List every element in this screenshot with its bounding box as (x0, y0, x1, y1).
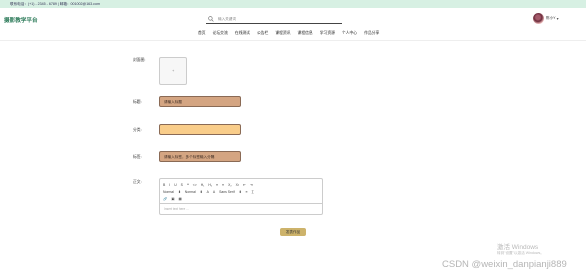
site-header: 摄影教学平台 陈小Y ▾ 首页 论坛交流 在线测试 公告栏 课程资讯 课程信息 … (0, 8, 586, 41)
tags-input[interactable] (159, 151, 241, 162)
quote-icon[interactable]: ❝ (187, 183, 189, 187)
toolbar-row-2: Normal ⬍ Normal ⬍ A A Sans Serif ⬍ ≡ T̲ (163, 188, 319, 195)
cover-label: 封面图: (133, 58, 146, 62)
tags-label: 标签: (133, 155, 142, 159)
editor-toolbar: B I U S ❝ <> H₁ H₂ ≡ ≡ X₂ X² ⇤ ⇥ Normal … (160, 179, 322, 204)
nav-item-online-test[interactable]: 在线测试 (235, 31, 250, 36)
cover-upload[interactable]: + (159, 57, 187, 85)
activation-title: 激活 Windows (497, 244, 539, 251)
size-select[interactable]: Normal (163, 190, 174, 194)
chevron-down-icon[interactable]: ▾ (557, 16, 559, 21)
csdn-watermark: CSDN @weixin_danpianji889 (442, 259, 567, 270)
text-color-icon[interactable]: A (207, 190, 209, 194)
nav-item-forum[interactable]: 论坛交流 (213, 31, 228, 36)
editor-content[interactable]: Insert text here ... (160, 204, 322, 214)
nav-item-course-news[interactable]: 课程资讯 (275, 31, 290, 36)
nav-item-notices[interactable]: 公告栏 (257, 31, 268, 36)
font-select[interactable]: Sans Serif (219, 190, 235, 194)
nav-item-works[interactable]: 作品分享 (364, 31, 379, 36)
username[interactable]: 陈小Y (546, 16, 556, 21)
heading1-button[interactable]: H₁ (201, 183, 205, 187)
search-icon[interactable] (208, 16, 214, 22)
underline-button[interactable]: U (174, 183, 176, 187)
top-contact-bar: 联系电话：(+1) - 2345 - 6789 | 邮箱：001002@163.… (0, 0, 586, 8)
nav-item-resources[interactable]: 学习资源 (320, 31, 335, 36)
search-input[interactable] (218, 15, 338, 23)
italic-button[interactable]: I (169, 183, 170, 187)
bullet-list-icon[interactable]: ≡ (222, 183, 224, 187)
ordered-list-icon[interactable]: ≡ (216, 183, 218, 187)
bold-button[interactable]: B (163, 183, 165, 187)
activation-subtitle: 转到"设置"以激活 Windows。 (497, 251, 544, 255)
header-chevron-icon[interactable]: ⬍ (200, 190, 203, 194)
heading2-button[interactable]: H₂ (208, 183, 212, 187)
subscript-button[interactable]: X₂ (228, 183, 232, 187)
strike-button[interactable]: S (181, 183, 183, 187)
site-logo[interactable]: 摄影教学平台 (4, 16, 38, 24)
category-select[interactable] (159, 124, 241, 135)
clear-format-icon[interactable]: T̲ (252, 190, 254, 194)
video-icon[interactable]: ▦ (178, 197, 181, 201)
avatar[interactable] (533, 12, 544, 24)
indent-icon[interactable]: ⇥ (250, 183, 253, 187)
size-chevron-icon[interactable]: ⬍ (178, 190, 181, 194)
contact-info: 联系电话：(+1) - 2345 - 6789 | 邮箱：001002@163.… (10, 2, 100, 6)
user-menu[interactable]: 陈小Y ▾ (533, 12, 559, 24)
align-icon[interactable]: ≡ (246, 190, 248, 194)
content-label: 正文: (133, 180, 142, 184)
nav-item-home[interactable]: 首页 (198, 31, 206, 36)
outdent-icon[interactable]: ⇤ (243, 183, 246, 187)
image-icon[interactable]: ▣ (171, 197, 174, 201)
background-color-icon[interactable]: A (213, 190, 215, 194)
rich-text-editor: B I U S ❝ <> H₁ H₂ ≡ ≡ X₂ X² ⇤ ⇥ Normal … (159, 178, 323, 215)
toolbar-row-3: 🔗 ▣ ▦ (163, 195, 319, 202)
publish-button[interactable]: 发表作品 (280, 228, 306, 236)
toolbar-row-1: B I U S ❝ <> H₁ H₂ ≡ ≡ X₂ X² ⇤ ⇥ (163, 181, 319, 188)
nav-item-course-info[interactable]: 课程信息 (298, 31, 313, 36)
superscript-button[interactable]: X² (236, 183, 239, 187)
title-label: 标题: (133, 100, 142, 104)
font-chevron-icon[interactable]: ⬍ (239, 190, 242, 194)
plus-icon: + (172, 68, 175, 73)
header-select[interactable]: Normal (185, 190, 196, 194)
search-bar (206, 15, 342, 24)
nav-item-profile[interactable]: 个人中心 (342, 31, 357, 36)
category-label: 分类: (133, 128, 142, 132)
activation-watermark: 激活 Windows 转到"设置"以激活 Windows。 (497, 244, 544, 256)
link-icon[interactable]: 🔗 (163, 197, 167, 201)
title-input[interactable] (159, 96, 241, 107)
main-nav: 首页 论坛交流 在线测试 公告栏 课程资讯 课程信息 学习资源 个人中心 作品分… (198, 31, 379, 36)
code-icon[interactable]: <> (193, 183, 197, 187)
